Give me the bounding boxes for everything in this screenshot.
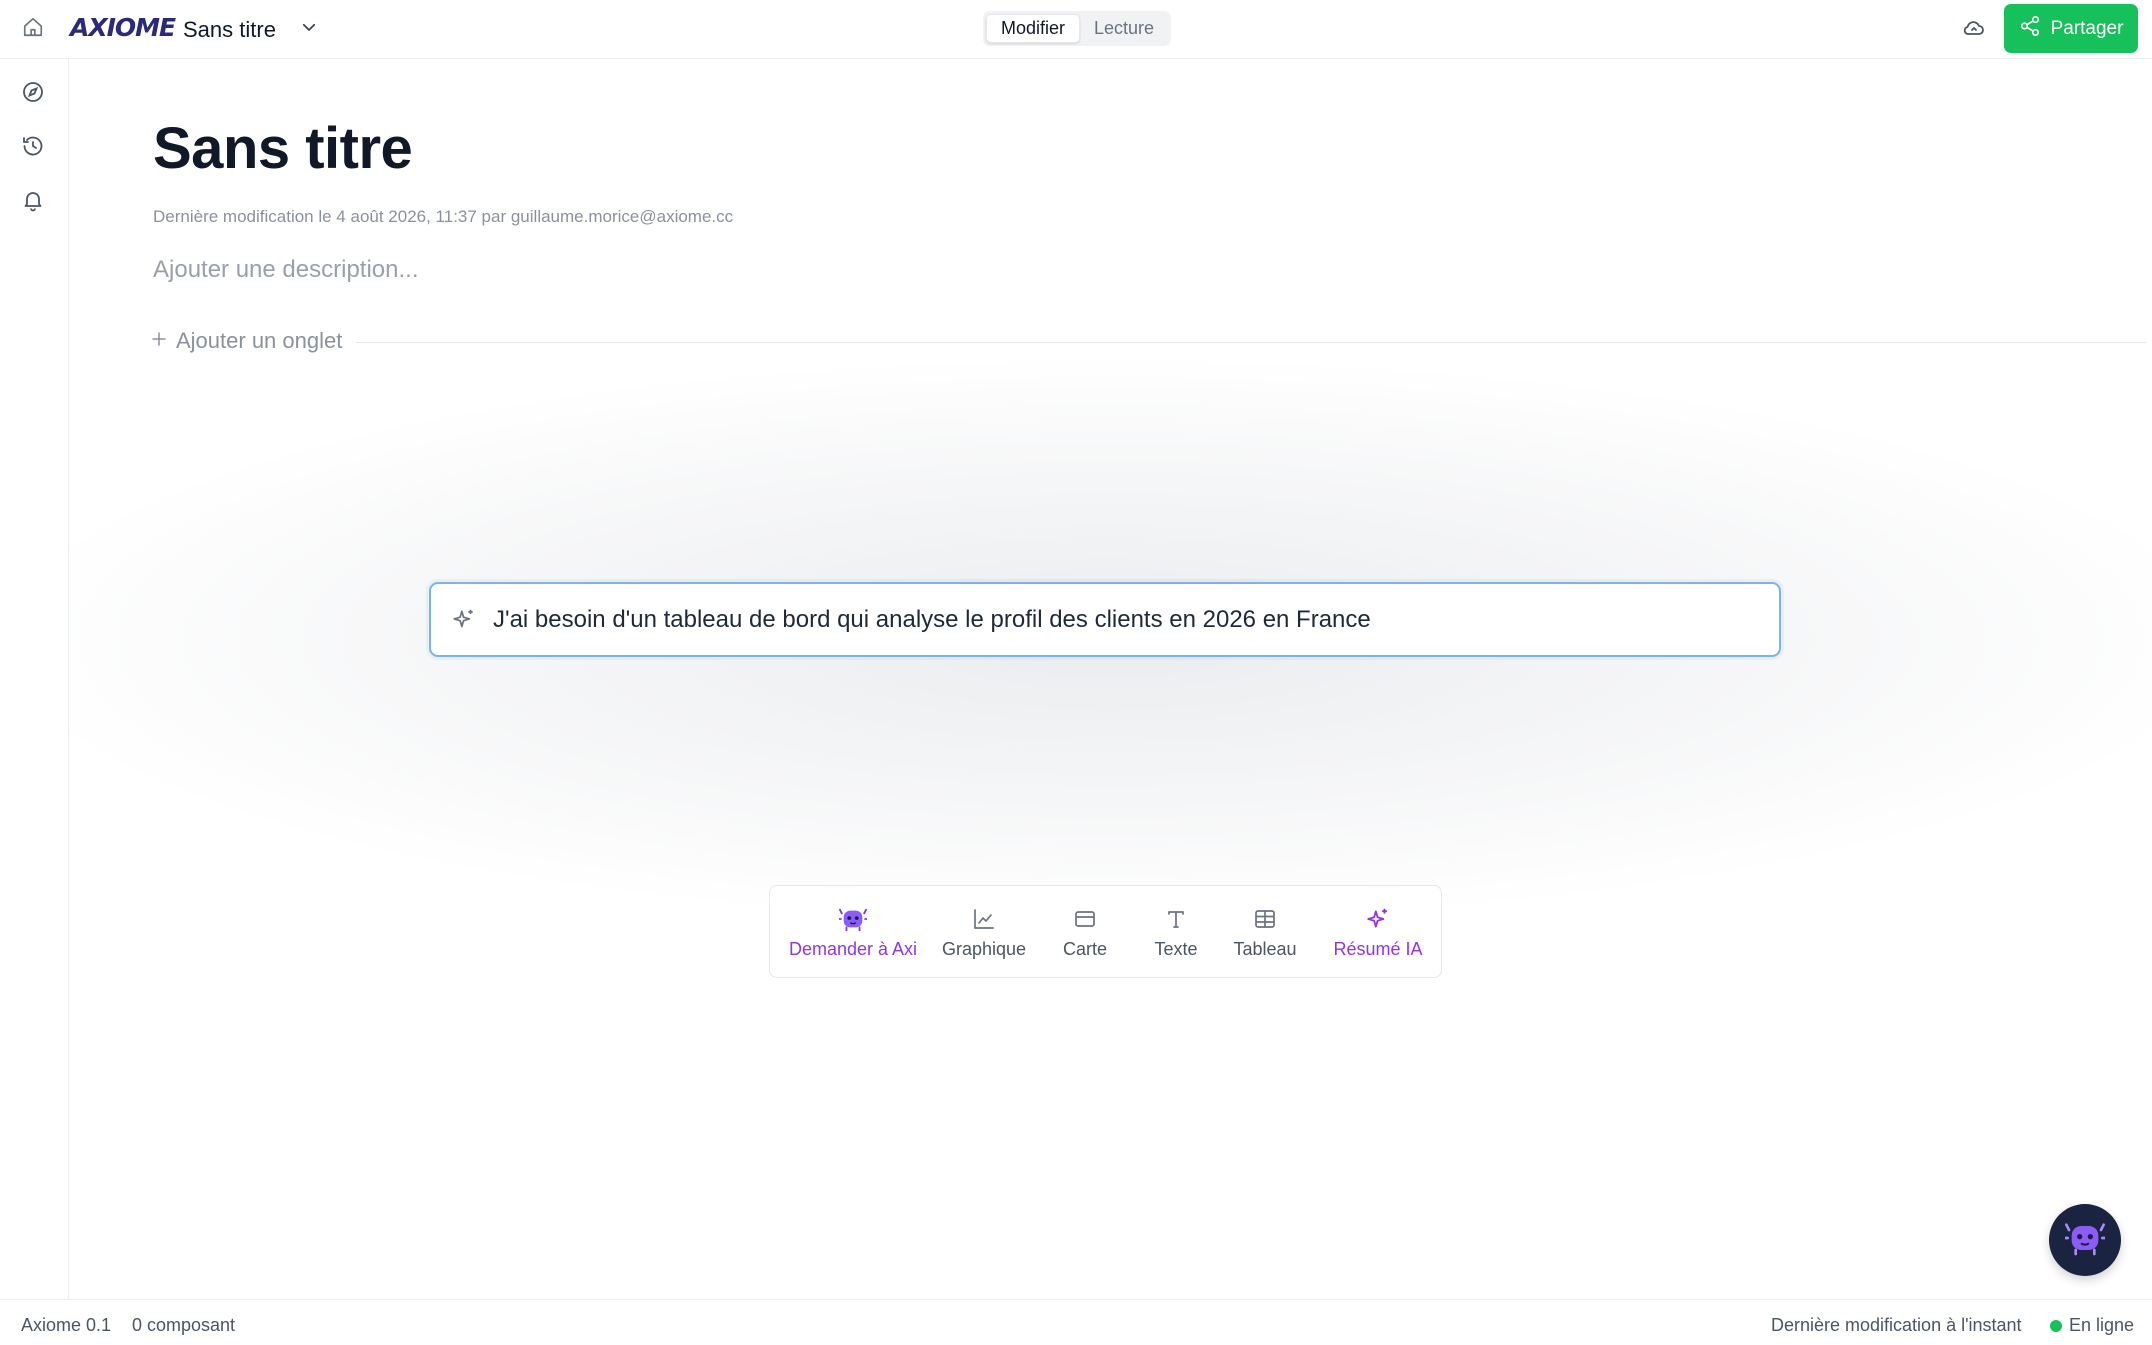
- left-rail: [0, 59, 69, 1299]
- ai-prompt-input[interactable]: J'ai besoin d'un tableau de bord qui ana…: [429, 582, 1781, 657]
- tab-divider: [356, 342, 2146, 343]
- text-label: Texte: [1154, 939, 1198, 959]
- insert-card-button[interactable]: Carte: [1045, 886, 1125, 979]
- history-icon: [21, 134, 45, 163]
- ai-summary-button[interactable]: Résumé IA: [1323, 886, 1433, 979]
- sync-button[interactable]: [1958, 14, 1990, 46]
- connection-status: En ligne: [2069, 1315, 2135, 1335]
- card-icon: [1071, 905, 1099, 933]
- text-icon: [1162, 905, 1190, 933]
- online-status-dot: [2050, 1320, 2062, 1332]
- last-modified-meta: Dernière modification le 4 août 2026, 11…: [153, 207, 734, 226]
- rail-notifications-button[interactable]: [18, 187, 48, 217]
- document-title[interactable]: Sans titre: [183, 17, 276, 43]
- axi-mascot-icon: [839, 905, 867, 933]
- table-icon: [1251, 905, 1279, 933]
- compass-icon: [21, 80, 45, 109]
- app-version: Axiome 0.1: [21, 1315, 112, 1335]
- ai-summary-label: Résumé IA: [1333, 939, 1423, 959]
- component-count: 0 composant: [132, 1315, 236, 1335]
- insert-chart-button[interactable]: Graphique: [936, 886, 1032, 979]
- plus-icon: [150, 328, 168, 354]
- ask-axi-label: Demander à Axi: [788, 939, 918, 959]
- table-label: Tableau: [1233, 939, 1297, 959]
- description-field[interactable]: Ajouter une description...: [153, 256, 419, 284]
- ask-axi-button[interactable]: Demander à Axi: [788, 886, 918, 979]
- share-icon: [2019, 15, 2041, 43]
- axi-mascot-icon: [2063, 1219, 2107, 1262]
- assistant-fab-button[interactable]: [2049, 1204, 2121, 1276]
- add-tab-label: Ajouter un onglet: [176, 328, 343, 353]
- mode-toggle: Modifier Lecture: [983, 11, 1171, 46]
- top-bar: AXIOME Sans titre Modifier Lecture Parta…: [0, 0, 2152, 59]
- add-tab-button[interactable]: Ajouter un onglet: [150, 328, 342, 354]
- page-title[interactable]: Sans titre: [153, 115, 413, 182]
- app-logo[interactable]: AXIOME: [70, 13, 176, 42]
- cloud-sync-icon: [1962, 16, 1986, 45]
- rail-explore-button[interactable]: [18, 79, 48, 109]
- ai-prompt-text[interactable]: J'ai besoin d'un tableau de bord qui ana…: [493, 606, 1371, 634]
- insert-table-button[interactable]: Tableau: [1222, 886, 1308, 979]
- chevron-down-icon: [300, 18, 318, 41]
- share-button[interactable]: Partager: [2004, 4, 2138, 53]
- line-chart-icon: [970, 905, 998, 933]
- mode-edit-button[interactable]: Modifier: [986, 14, 1080, 43]
- chart-label: Graphique: [941, 939, 1027, 959]
- mode-read-button[interactable]: Lecture: [1080, 14, 1168, 43]
- home-button[interactable]: [18, 14, 48, 44]
- main-canvas: Sans titre Dernière modification le 4 ao…: [70, 60, 2152, 1299]
- sparkles-icon: [1364, 905, 1392, 933]
- sparkles-icon: [447, 603, 481, 637]
- last-saved-status: Dernière modification à l'instant: [1771, 1315, 2022, 1335]
- share-label: Partager: [2050, 17, 2124, 39]
- insert-toolbar: Demander à Axi Graphique Carte Texte Tab…: [769, 885, 1442, 978]
- status-bar: Axiome 0.1 0 composant Dernière modifica…: [0, 1299, 2152, 1345]
- rail-history-button[interactable]: [18, 133, 48, 163]
- card-label: Carte: [1062, 939, 1107, 959]
- insert-text-button[interactable]: Texte: [1136, 886, 1216, 979]
- document-menu-button[interactable]: [296, 16, 322, 42]
- home-icon: [22, 16, 44, 43]
- bell-icon: [21, 188, 45, 217]
